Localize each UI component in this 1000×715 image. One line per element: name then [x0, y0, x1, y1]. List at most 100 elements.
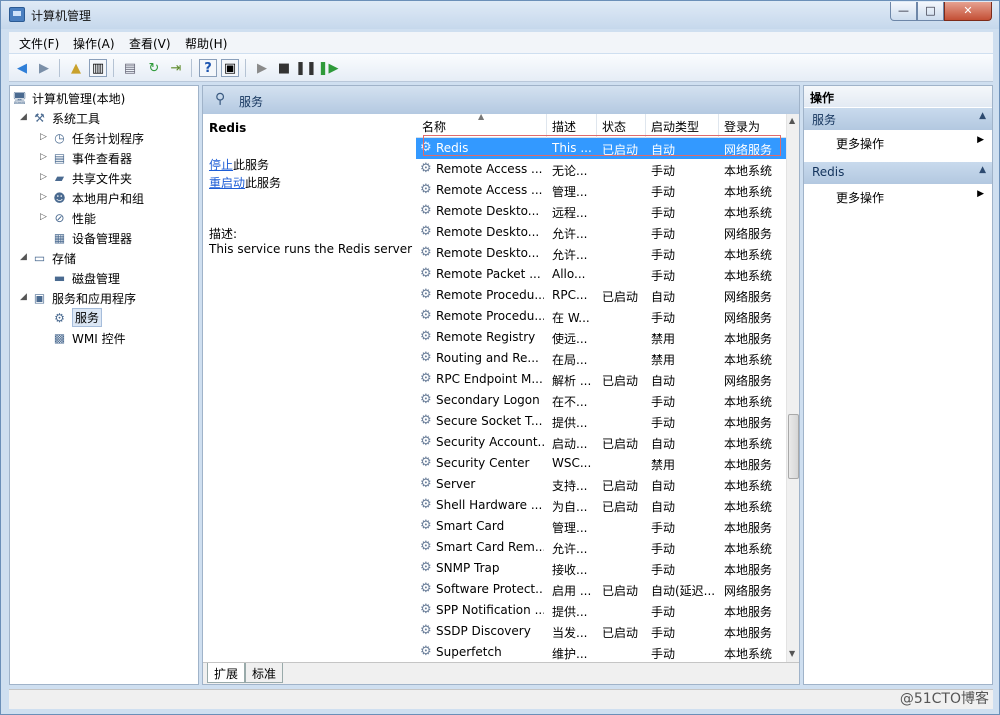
search-icon: ⚲ [215, 91, 226, 107]
column-header-name[interactable]: 名称 [422, 118, 446, 135]
service-gear-icon: ⚙ [420, 161, 432, 176]
gear-icon: ⚙ [54, 310, 65, 325]
service-desc-cell: 在 W... [552, 311, 590, 325]
service-gear-icon: ⚙ [420, 497, 432, 512]
stop-service-link[interactable]: 停止 [209, 158, 233, 172]
storage-icon: ▭ [33, 250, 46, 265]
service-row[interactable]: ⚙ Remote Procedu... 在 W... 手动 网络服务 [416, 306, 786, 327]
service-row[interactable]: ⚙ Remote Registry 使远... 禁用 本地服务 [416, 327, 786, 348]
service-row[interactable]: ⚙ Shell Hardware ... 为自... 已启动 自动 本地系统 [416, 495, 786, 516]
export-list-icon[interactable]: ⇥ [167, 59, 185, 77]
expand-toggle-icon[interactable]: ◢ [20, 112, 27, 122]
vertical-scrollbar[interactable]: ▲ ▼ [786, 114, 799, 662]
service-row[interactable]: ⚙ Security Center WSC... 禁用 本地服务 [416, 453, 786, 474]
help-icon[interactable]: ? [199, 59, 217, 77]
pause-service-icon[interactable]: ❚❚ [295, 59, 317, 77]
expand-toggle-icon[interactable]: ▷ [40, 192, 47, 202]
service-row[interactable]: ⚙ Server 支持... 已启动 自动 本地系统 [416, 474, 786, 495]
service-status-cell: 已启动 [602, 290, 639, 304]
service-row[interactable]: ⚙ SSDP Discovery 当发... 已启动 手动 本地服务 [416, 621, 786, 642]
service-startup-cell: 手动 [651, 269, 676, 283]
restart-service-icon[interactable]: ❚▶ [318, 59, 339, 77]
service-desc-cell: 启动... [552, 437, 588, 451]
service-name-cell: Secondary Logon [436, 393, 540, 407]
service-row[interactable]: ⚙ Remote Deskto... 允许... 手动 本地系统 [416, 243, 786, 264]
service-desc-cell: 维护... [552, 647, 588, 661]
clock-icon: ◷ [54, 130, 65, 145]
service-desc-cell: 当发... [552, 626, 588, 640]
service-logon-cell: 本地系统 [724, 164, 773, 178]
service-row[interactable]: ⚙ Superfetch 维护... 手动 本地系统 [416, 642, 786, 663]
column-header-startup-type[interactable]: 启动类型 [651, 118, 699, 135]
menu-action[interactable]: 操作(A) [73, 35, 115, 52]
service-row[interactable]: ⚙ Remote Deskto... 允许... 手动 网络服务 [416, 222, 786, 243]
service-gear-icon: ⚙ [420, 182, 432, 197]
tab-standard[interactable]: 标准 [245, 663, 284, 683]
service-row[interactable]: ⚙ Remote Deskto... 远程... 手动 本地系统 [416, 201, 786, 222]
service-logon-cell: 本地系统 [724, 437, 773, 451]
service-row[interactable]: ⚙ SPP Notification ... 提供... 手动 本地服务 [416, 600, 786, 621]
expand-toggle-icon[interactable]: ◢ [20, 292, 27, 302]
service-row[interactable]: ⚙ Remote Access ... 管理... 手动 本地系统 [416, 180, 786, 201]
service-row[interactable]: ⚙ Secure Socket T... 提供... 手动 本地服务 [416, 411, 786, 432]
service-status-cell: 已启动 [602, 626, 639, 640]
show-hide-tree-icon[interactable]: ▥ [89, 59, 107, 77]
tab-extended[interactable]: 扩展 [207, 663, 246, 683]
actions-section-redis[interactable]: Redis ▲ [804, 162, 992, 184]
menu-view[interactable]: 查看(V) [129, 35, 171, 52]
expand-toggle-icon[interactable]: ▷ [40, 212, 47, 222]
service-desc-cell: 提供... [552, 605, 588, 619]
service-gear-icon: ⚙ [420, 539, 432, 554]
collapse-icon[interactable]: ▲ [979, 111, 986, 121]
more-actions-services[interactable]: 更多操作 ▶ [804, 132, 992, 154]
service-row[interactable]: ⚙ Routing and Re... 在局... 禁用 本地系统 [416, 348, 786, 369]
expand-toggle-icon[interactable]: ◢ [20, 252, 27, 262]
service-logon-cell: 本地系统 [724, 500, 773, 514]
service-row[interactable]: ⚙ Smart Card 管理... 手动 本地服务 [416, 516, 786, 537]
service-row[interactable]: ⚙ Smart Card Rem... 允许... 手动 本地系统 [416, 537, 786, 558]
service-row[interactable]: ⚙ SNMP Trap 接收... 手动 本地服务 [416, 558, 786, 579]
service-name-cell: Remote Deskto... [436, 204, 540, 218]
close-button[interactable]: ✕ [944, 2, 992, 21]
service-row[interactable]: ⚙ Secondary Logon 在不... 手动 本地系统 [416, 390, 786, 411]
back-icon[interactable]: ◀ [13, 59, 31, 77]
refresh-icon[interactable]: ↻ [145, 59, 163, 77]
service-row[interactable]: ⚙ Remote Procedu... RPC... 已启动 自动 网络服务 [416, 285, 786, 306]
service-row[interactable]: ⚙ Remote Packet ... Allo... 手动 本地系统 [416, 264, 786, 285]
start-service-icon[interactable]: ▶ [253, 59, 271, 77]
service-row[interactable]: ⚙ Software Protect... 启用 ... 已启动 自动(延迟... 网络服… [416, 579, 786, 600]
menu-help[interactable]: 帮助(H) [185, 35, 227, 52]
collapse-icon[interactable]: ▲ [979, 165, 986, 175]
service-startup-cell: 禁用 [651, 458, 676, 472]
column-header-logon-as[interactable]: 登录为 [724, 118, 760, 135]
service-startup-cell: 自动 [651, 374, 676, 388]
properties-icon[interactable]: ▤ [121, 59, 139, 77]
service-row[interactable]: ⚙ RPC Endpoint M... 解析 ... 已启动 自动 网络服务 [416, 369, 786, 390]
scrollbar-thumb[interactable] [788, 414, 799, 479]
service-row[interactable]: ⚙ Remote Access ... 无论... 手动 本地系统 [416, 159, 786, 180]
services-apps-icon: ▣ [33, 290, 46, 305]
column-header-description[interactable]: 描述 [552, 118, 576, 135]
expand-toggle-icon[interactable]: ▷ [40, 152, 47, 162]
sort-ascending-icon: ▲ [478, 112, 485, 121]
minimize-button[interactable]: — [890, 2, 917, 21]
service-row[interactable]: ⚙ Redis This ... 已启动 自动 网络服务 [416, 138, 786, 159]
scroll-up-icon[interactable]: ▲ [789, 116, 795, 125]
maximize-button[interactable]: □ [917, 2, 944, 21]
service-desc-cell: 接收... [552, 563, 588, 577]
event-viewer-icon: ▤ [53, 150, 66, 165]
more-actions-redis[interactable]: 更多操作 ▶ [804, 186, 992, 208]
menu-file[interactable]: 文件(F) [19, 35, 59, 52]
stop-service-icon[interactable]: ■ [275, 59, 293, 77]
up-folder-icon[interactable]: ▲ [67, 59, 85, 77]
actions-section-services[interactable]: 服务 ▲ [804, 108, 992, 130]
forward-icon[interactable]: ▶ [35, 59, 53, 77]
scroll-down-icon[interactable]: ▼ [789, 649, 795, 658]
title-bar[interactable]: 计算机管理 — □ ✕ [1, 1, 999, 29]
expand-toggle-icon[interactable]: ▷ [40, 132, 47, 142]
column-header-status[interactable]: 状态 [602, 118, 626, 135]
service-row[interactable]: ⚙ Security Account... 启动... 已启动 自动 本地系统 [416, 432, 786, 453]
show-action-pane-icon[interactable]: ▣ [221, 59, 239, 77]
restart-service-link[interactable]: 重启动 [209, 176, 245, 190]
expand-toggle-icon[interactable]: ▷ [40, 172, 47, 182]
